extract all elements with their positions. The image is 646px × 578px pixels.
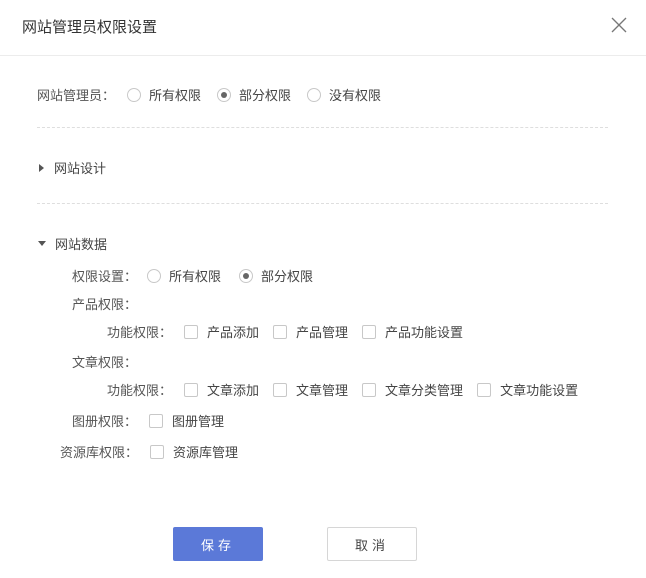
checkbox-article-add[interactable]	[184, 382, 199, 397]
product-func-label: 功能权限：	[107, 326, 173, 341]
scope-row: 权限设置： 所有权限 部分权限	[72, 266, 313, 285]
product-perm-row: 产品权限：	[72, 294, 137, 313]
radio-partial[interactable]	[217, 87, 232, 102]
library-manage-option[interactable]: 资源库管理	[150, 442, 238, 461]
dialog-header: 网站管理员权限设置	[0, 0, 646, 56]
radio-scope-all[interactable]	[147, 268, 162, 283]
album-manage-option[interactable]: 图册管理	[149, 411, 224, 430]
radio-scope-partial[interactable]	[239, 268, 254, 283]
article-category-option[interactable]: 文章分类管理	[362, 380, 463, 399]
product-add-label: 产品添加	[207, 326, 260, 341]
library-label: 资源库权限：	[60, 446, 139, 461]
product-func-row: 功能权限： 产品添加 产品管理 产品功能设置	[107, 322, 463, 341]
permission-dialog: 网站管理员权限设置 网站管理员： 所有权限 部分权限 没有权限 网站设计 网站数…	[0, 0, 646, 578]
admin-option-partial[interactable]: 部分权限	[217, 85, 291, 104]
caret-down-icon	[38, 241, 46, 246]
admin-option-all-label: 所有权限	[149, 89, 202, 104]
section-design-title: 网站设计	[54, 162, 107, 177]
checkbox-album-manage[interactable]	[149, 413, 164, 428]
section-design-toggle[interactable]: 网站设计	[39, 158, 106, 177]
product-manage-label: 产品管理	[296, 326, 349, 341]
article-func-setting-option[interactable]: 文章功能设置	[477, 380, 578, 399]
admin-option-none[interactable]: 没有权限	[307, 85, 381, 104]
checkbox-product-add[interactable]	[184, 324, 199, 339]
radio-none[interactable]	[307, 87, 322, 102]
dialog-title: 网站管理员权限设置	[22, 18, 158, 36]
article-func-label: 功能权限：	[107, 384, 173, 399]
section-data-title: 网站数据	[55, 238, 108, 253]
article-label: 文章权限：	[72, 356, 138, 371]
checkbox-library-manage[interactable]	[150, 444, 165, 459]
article-add-option[interactable]: 文章添加	[184, 380, 259, 399]
cancel-button[interactable]: 取消	[327, 527, 417, 561]
section-data-toggle[interactable]: 网站数据	[38, 234, 107, 253]
save-button[interactable]: 保存	[173, 527, 263, 561]
scope-option-all[interactable]: 所有权限	[147, 266, 221, 285]
article-func-row: 功能权限： 文章添加 文章管理 文章分类管理 文章功能设置	[107, 380, 578, 399]
section-data[interactable]: 网站数据	[38, 234, 107, 253]
article-manage-label: 文章管理	[296, 384, 349, 399]
admin-label: 网站管理员：	[37, 89, 116, 104]
product-func-setting-label: 产品功能设置	[385, 326, 464, 341]
divider	[37, 127, 608, 128]
checkbox-article-category[interactable]	[362, 382, 377, 397]
checkbox-article-func-setting[interactable]	[477, 382, 492, 397]
article-category-label: 文章分类管理	[385, 384, 464, 399]
checkbox-product-manage[interactable]	[273, 324, 288, 339]
article-perm-row: 文章权限：	[72, 352, 137, 371]
section-design[interactable]: 网站设计	[39, 158, 106, 177]
radio-all[interactable]	[127, 87, 142, 102]
scope-option-all-label: 所有权限	[169, 270, 222, 285]
library-manage-label: 资源库管理	[173, 446, 239, 461]
product-label: 产品权限：	[72, 298, 138, 313]
caret-right-icon	[39, 163, 44, 172]
scope-option-partial-label: 部分权限	[261, 270, 314, 285]
album-label: 图册权限：	[72, 415, 138, 430]
divider	[37, 203, 608, 204]
article-manage-option[interactable]: 文章管理	[273, 380, 348, 399]
close-icon[interactable]	[608, 14, 630, 36]
admin-option-partial-label: 部分权限	[239, 89, 292, 104]
product-add-option[interactable]: 产品添加	[184, 322, 259, 341]
admin-permission-row: 网站管理员： 所有权限 部分权限 没有权限	[37, 85, 381, 104]
article-add-label: 文章添加	[207, 384, 260, 399]
article-func-setting-label: 文章功能设置	[500, 384, 579, 399]
product-manage-option[interactable]: 产品管理	[273, 322, 348, 341]
library-perm-row: 资源库权限： 资源库管理	[60, 442, 238, 461]
checkbox-article-manage[interactable]	[273, 382, 288, 397]
product-func-setting-option[interactable]: 产品功能设置	[362, 322, 463, 341]
checkbox-product-func-setting[interactable]	[362, 324, 377, 339]
admin-option-all[interactable]: 所有权限	[127, 85, 201, 104]
album-manage-label: 图册管理	[172, 415, 225, 430]
admin-option-none-label: 没有权限	[329, 89, 382, 104]
album-perm-row: 图册权限： 图册管理	[72, 411, 224, 430]
scope-option-partial[interactable]: 部分权限	[239, 266, 313, 285]
scope-label: 权限设置：	[72, 270, 138, 285]
